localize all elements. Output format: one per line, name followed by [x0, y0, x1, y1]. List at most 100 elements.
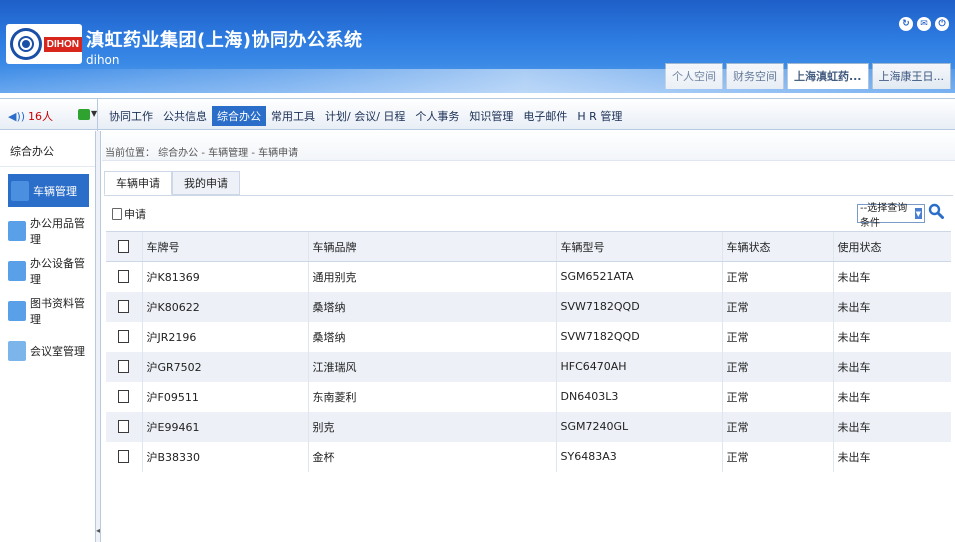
meeting-room-icon	[8, 340, 26, 361]
menu-item[interactable]: 公共信息	[158, 106, 212, 126]
table-row[interactable]: 沪K81369 通用别克 SGM6521ATA 正常 未出车	[106, 261, 951, 292]
row-checkbox[interactable]	[118, 420, 129, 433]
table-cell: 沪B38330	[141, 441, 308, 472]
select-all-checkbox[interactable]	[118, 240, 129, 253]
sub-tabs: 车辆申请 我的申请	[104, 171, 240, 195]
menu-item[interactable]: 知识管理	[464, 106, 518, 126]
space-tab[interactable]: 上海滇虹药...	[786, 63, 869, 89]
search-icon[interactable]	[928, 203, 944, 219]
menu-divider	[97, 99, 98, 131]
chevron-down-icon: ▼	[914, 208, 922, 219]
logo: DIHON	[6, 24, 82, 64]
row-select-cell	[106, 351, 142, 382]
table-cell: 沪F09511	[141, 381, 308, 412]
office-supplies-icon	[8, 220, 26, 241]
table-cell: 通用别克	[307, 261, 556, 292]
sidebar-item[interactable]: 车辆管理	[8, 174, 89, 207]
column-header: 车辆品牌	[307, 231, 556, 262]
sub-tab[interactable]: 车辆申请	[104, 171, 172, 195]
row-select-cell	[106, 322, 142, 352]
space-tab[interactable]: 财务空间	[725, 63, 784, 89]
app-subtitle: dihon	[86, 53, 120, 67]
sidebar-item-label: 车辆管理	[33, 184, 77, 198]
sidebar-splitter[interactable]: ◂	[96, 131, 101, 542]
table-cell: 沪JR2196	[141, 321, 308, 352]
sidebar-title: 综合办公	[0, 131, 95, 167]
menu-item[interactable]: 协同工作	[104, 106, 158, 126]
refresh-icon[interactable]: ↻	[899, 17, 913, 31]
collapse-arrow-icon[interactable]: ◂	[96, 526, 100, 535]
sidebar: 综合办公 车辆管理办公用品管理办公设备管理 图书资料管理会议室管理	[0, 131, 96, 542]
table-cell: 正常	[721, 441, 833, 472]
sidebar-item[interactable]: 办公用品管理	[8, 214, 89, 247]
apply-button[interactable]: 申请	[112, 206, 146, 222]
table-cell: SGM7240GL	[555, 411, 722, 442]
sidebar-item-label: 图书资料管理	[30, 296, 85, 326]
status-icon[interactable]	[78, 109, 90, 120]
table-cell: 沪K80622	[141, 291, 308, 322]
vehicle-table: 车牌号 车辆品牌 车辆型号 车辆状态 使用状态 沪K81369 通用别克 SGM6521AT…	[106, 231, 951, 472]
row-select-cell	[106, 291, 142, 322]
query-select-value: --选择查询条件	[860, 202, 908, 229]
table-row[interactable]: 沪GR7502 江淮瑞风 HFC6470AH 正常 未出车	[106, 351, 951, 382]
sidebar-items: 车辆管理办公用品管理办公设备管理 图书资料管理会议室管理	[0, 174, 95, 367]
row-checkbox[interactable]	[118, 390, 129, 403]
row-select-cell	[106, 442, 142, 472]
row-checkbox[interactable]	[118, 360, 129, 373]
table-cell: SVW7182QQD	[555, 291, 722, 322]
query-condition-select[interactable]: --选择查询条件 ▼	[857, 203, 925, 229]
space-tab[interactable]: 个人空间	[664, 63, 723, 89]
window-controls: ↻ ✉ ⏻	[899, 17, 949, 31]
sub-tab[interactable]: 我的申请	[172, 171, 240, 195]
sidebar-item[interactable]: 办公设备管理	[8, 254, 89, 287]
table-cell: 未出车	[832, 261, 951, 292]
table-row[interactable]: 沪F09511 东南菱利 DN6403L3 正常 未出车	[106, 381, 951, 412]
table-cell: 未出车	[832, 411, 951, 442]
logo-text: DIHON	[43, 36, 82, 52]
table-cell: HFC6470AH	[555, 351, 722, 382]
table-cell: 正常	[721, 351, 833, 382]
office-equipment-icon	[8, 260, 26, 281]
menu-item[interactable]: H R 管理	[572, 106, 627, 126]
table-cell: 桑塔纳	[307, 321, 556, 352]
logout-icon[interactable]: ⏻	[935, 17, 949, 31]
table-cell: 未出车	[832, 321, 951, 352]
table-row[interactable]: 沪K80622 桑塔纳 SVW7182QQD 正常 未出车	[106, 291, 951, 322]
sidebar-item[interactable]: 图书资料管理	[8, 294, 89, 327]
table-cell: 未出车	[832, 291, 951, 322]
sidebar-item[interactable]: 会议室管理	[8, 334, 89, 367]
menu-item[interactable]: 电子邮件	[518, 106, 572, 126]
online-users[interactable]: ◀)) 16人	[8, 108, 53, 124]
row-checkbox[interactable]	[118, 330, 129, 343]
sidebar-item-label: 会议室管理	[30, 344, 85, 358]
table-cell: SVW7182QQD	[555, 321, 722, 352]
speaker-icon: ◀))	[8, 109, 26, 123]
subtab-divider	[104, 195, 953, 196]
select-all-cell	[106, 231, 142, 262]
menu-item[interactable]: 常用工具	[266, 106, 320, 126]
column-header: 车牌号	[141, 231, 308, 262]
row-checkbox[interactable]	[118, 450, 129, 463]
table-cell: 沪K81369	[141, 261, 308, 292]
menu-item[interactable]: 综合办公	[212, 106, 266, 126]
table-row[interactable]: 沪JR2196 桑塔纳 SVW7182QQD 正常 未出车	[106, 321, 951, 352]
table-cell: 未出车	[832, 351, 951, 382]
app-title: 滇虹药业集团(上海)协同办公系统	[86, 30, 363, 51]
table-cell: 桑塔纳	[307, 291, 556, 322]
space-tab[interactable]: 上海康王日...	[871, 63, 951, 89]
mail-icon[interactable]: ✉	[917, 17, 931, 31]
row-select-cell	[106, 411, 142, 442]
table-row[interactable]: 沪E99461 别克 SGM7240GL 正常 未出车	[106, 411, 951, 442]
table-cell: 东南菱利	[307, 381, 556, 412]
menu-item[interactable]: 计划/ 会议/ 日程	[320, 106, 410, 126]
menu-item[interactable]: 个人事务	[410, 106, 464, 126]
row-checkbox[interactable]	[118, 270, 129, 284]
menu-bar: ◀)) 16人 ▼ 协同工作 公共信息 综合办公 常用工具 计划/ 会议/ 日程 个人事务…	[0, 98, 955, 131]
table-row[interactable]: 沪B38330 金杯 SY6483A3 正常 未出车	[106, 441, 951, 472]
row-select-cell	[106, 262, 142, 292]
apply-label: 申请	[124, 208, 146, 221]
row-checkbox[interactable]	[118, 300, 129, 313]
sidebar-item-label: 办公设备管理	[30, 256, 85, 286]
main-menu: 协同工作 公共信息 综合办公 常用工具 计划/ 会议/ 日程 个人事务 知识管理 电子邮件 H …	[104, 106, 627, 126]
table-body: 沪K81369 通用别克 SGM6521ATA 正常 未出车 沪K80622 桑塔纳 SVW7…	[106, 261, 951, 472]
